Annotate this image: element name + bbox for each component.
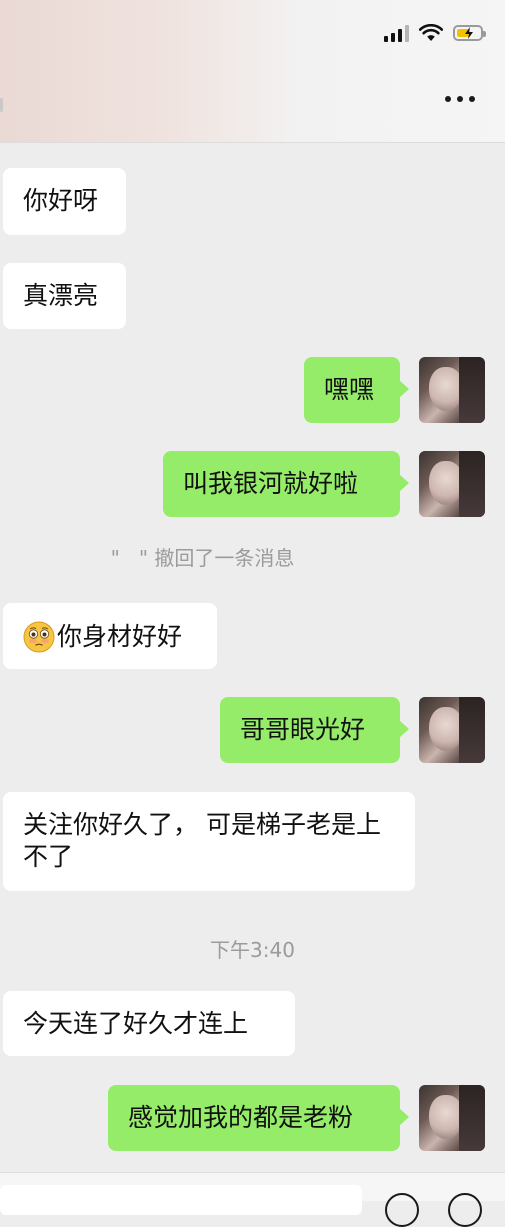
incoming-message[interactable]: 真漂亮 <box>3 263 126 329</box>
outgoing-message[interactable]: 感觉加我的都是老粉 <box>108 1085 409 1151</box>
message-text: 感觉加我的都是老粉 <box>128 1103 354 1132</box>
message-text: 真漂亮 <box>23 281 99 310</box>
incoming-message[interactable]: 今天连了好久才连上 <box>3 991 295 1056</box>
message-text: 嘿嘿 <box>324 375 375 404</box>
wifi-icon <box>419 24 443 41</box>
incoming-message[interactable]: 你好呀 <box>3 168 126 235</box>
message-text: 今天连了好久才连上 <box>23 1009 249 1038</box>
message-text: 叫我银河就好啦 <box>183 469 359 498</box>
avatar[interactable] <box>419 451 485 517</box>
message-text: 你身材好好 <box>57 622 183 651</box>
message-input[interactable] <box>0 1185 362 1215</box>
incoming-message[interactable]: 关注你好久了， 可是梯子老是上不了 <box>3 792 415 891</box>
cellular-signal-icon <box>384 24 409 42</box>
input-bar <box>0 1172 505 1227</box>
avatar[interactable] <box>419 357 485 423</box>
timestamp: 下午3:40 <box>0 934 505 963</box>
recall-notice: " " 撤回了一条消息 <box>0 542 455 571</box>
outgoing-message[interactable]: 嘿嘿 <box>304 357 409 423</box>
chat-header <box>0 0 505 143</box>
battery-charging-icon <box>453 25 486 41</box>
avatar[interactable] <box>419 1085 485 1151</box>
flushed-face-emoji <box>23 621 55 653</box>
outgoing-message[interactable]: 哥哥眼光好 <box>220 697 409 763</box>
add-button-icon[interactable] <box>448 1193 482 1227</box>
message-text: 哥哥眼光好 <box>240 715 366 744</box>
status-bar <box>384 24 486 42</box>
emoji-button-icon[interactable] <box>385 1193 419 1227</box>
incoming-message[interactable]: 你身材好好 <box>3 603 217 669</box>
outgoing-message[interactable]: 叫我银河就好啦 <box>163 451 409 517</box>
system-text: 下午3:40 <box>210 938 295 962</box>
more-dots-icon[interactable] <box>445 96 475 102</box>
system-text: " " 撤回了一条消息 <box>110 546 295 570</box>
avatar[interactable] <box>419 697 485 763</box>
message-text: 关注你好久了， 可是梯子老是上不了 <box>23 810 381 871</box>
back-button[interactable] <box>0 98 3 112</box>
message-text: 你好呀 <box>23 186 99 215</box>
